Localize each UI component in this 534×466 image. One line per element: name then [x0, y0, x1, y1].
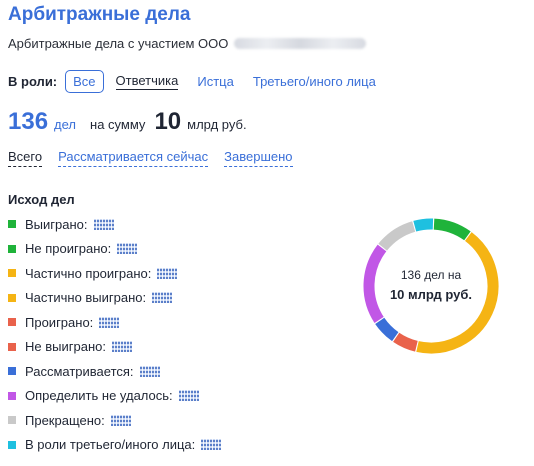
- donut-center-label: 136 дел на 10 млрд руб.: [358, 268, 504, 302]
- outcome-label: Проиграно:: [25, 314, 94, 330]
- redacted-value-icon[interactable]: [93, 218, 114, 230]
- outcome-item: Не проиграно:: [8, 237, 221, 262]
- filter-completed[interactable]: Завершено: [224, 149, 293, 167]
- outcome-item: Не выиграно:: [8, 335, 221, 360]
- redacted-value-icon[interactable]: [110, 414, 131, 426]
- status-filter: Всего Рассматривается сейчас Завершено: [8, 149, 309, 167]
- role-option-defendant[interactable]: Ответчика: [115, 73, 179, 90]
- outcomes-heading: Исход дел: [8, 192, 75, 207]
- redacted-value-icon[interactable]: [139, 365, 160, 377]
- outcome-label: Не проиграно:: [25, 241, 112, 257]
- donut-segment-lost: [393, 332, 418, 352]
- outcome-label: Частично проиграно:: [25, 265, 152, 281]
- outcome-color-swatch: [8, 269, 16, 278]
- outcome-item: Частично выиграно:: [8, 286, 221, 311]
- sum-amount: 10: [154, 108, 182, 135]
- outcome-label: Не выиграно:: [25, 339, 106, 355]
- redacted-value-icon[interactable]: [111, 341, 132, 353]
- redacted-value-icon[interactable]: [117, 243, 138, 255]
- outcome-color-swatch: [8, 293, 16, 302]
- role-option-all[interactable]: Все: [65, 70, 104, 93]
- donut-segment-win: [433, 218, 471, 241]
- donut-center-count: 136 дел на: [400, 268, 462, 282]
- sum-unit: млрд руб.: [187, 117, 247, 132]
- redacted-company-name: [234, 38, 367, 49]
- outcome-color-swatch: [8, 391, 16, 400]
- case-count-unit[interactable]: дел: [54, 117, 76, 132]
- outcome-item: Проиграно:: [8, 310, 221, 335]
- redacted-value-icon[interactable]: [152, 292, 173, 304]
- outcome-color-swatch: [8, 416, 16, 425]
- outcome-label: Прекращено:: [25, 412, 105, 428]
- outcome-color-swatch: [8, 220, 16, 229]
- filter-in-progress[interactable]: Рассматривается сейчас: [58, 149, 209, 167]
- outcome-item: Определить не удалось:: [8, 384, 221, 409]
- role-option-third-party[interactable]: Третьего/иного лица: [253, 74, 376, 89]
- role-filter: В роли: Все Ответчика Истца Третьего/ино…: [8, 70, 395, 93]
- page-title: Арбитражные дела: [8, 4, 191, 25]
- redacted-value-icon[interactable]: [99, 316, 120, 328]
- outcome-color-swatch: [8, 342, 16, 351]
- role-filter-label: В роли:: [8, 74, 58, 89]
- donut-segment-terminated: [378, 221, 416, 251]
- role-option-plaintiff[interactable]: Истца: [197, 74, 233, 89]
- redacted-value-icon[interactable]: [201, 439, 222, 451]
- outcome-label: В роли третьего/иного лица:: [25, 437, 196, 453]
- redacted-value-icon[interactable]: [157, 267, 178, 279]
- outcome-label: Определить не удалось:: [25, 388, 173, 404]
- outcomes-list: Выиграно: Не проиграно: Частично проиграно…: [8, 212, 222, 458]
- outcome-item: Прекращено:: [8, 408, 221, 433]
- filter-all[interactable]: Всего: [8, 149, 43, 167]
- outcome-item: В роли третьего/иного лица:: [8, 433, 222, 458]
- outcome-label: Частично выиграно:: [25, 290, 147, 306]
- outcome-label: Выиграно:: [25, 216, 88, 232]
- donut-center-amount: 10 млрд руб.: [389, 287, 473, 302]
- case-count[interactable]: 136: [8, 108, 48, 136]
- donut-segment-pending: [375, 317, 399, 342]
- outcome-item: Выиграно:: [8, 212, 221, 237]
- outcome-label: Рассматривается:: [25, 363, 134, 379]
- outcome-item: Рассматривается:: [8, 359, 221, 384]
- case-totals: 136 дел на сумму 10 млрд руб.: [8, 108, 247, 136]
- outcome-color-swatch: [8, 440, 16, 449]
- outcome-color-swatch: [8, 318, 16, 327]
- donut-segment-third-party: [413, 218, 434, 232]
- company-subtitle: Арбитражные дела с участием ООО: [8, 36, 367, 51]
- outcome-item: Частично проиграно:: [8, 261, 221, 286]
- redacted-value-icon[interactable]: [178, 390, 199, 402]
- subtitle-text: Арбитражные дела с участием ООО: [8, 36, 229, 51]
- outcome-color-swatch: [8, 367, 16, 376]
- outcome-color-swatch: [8, 244, 16, 253]
- sum-label: на сумму: [90, 117, 146, 132]
